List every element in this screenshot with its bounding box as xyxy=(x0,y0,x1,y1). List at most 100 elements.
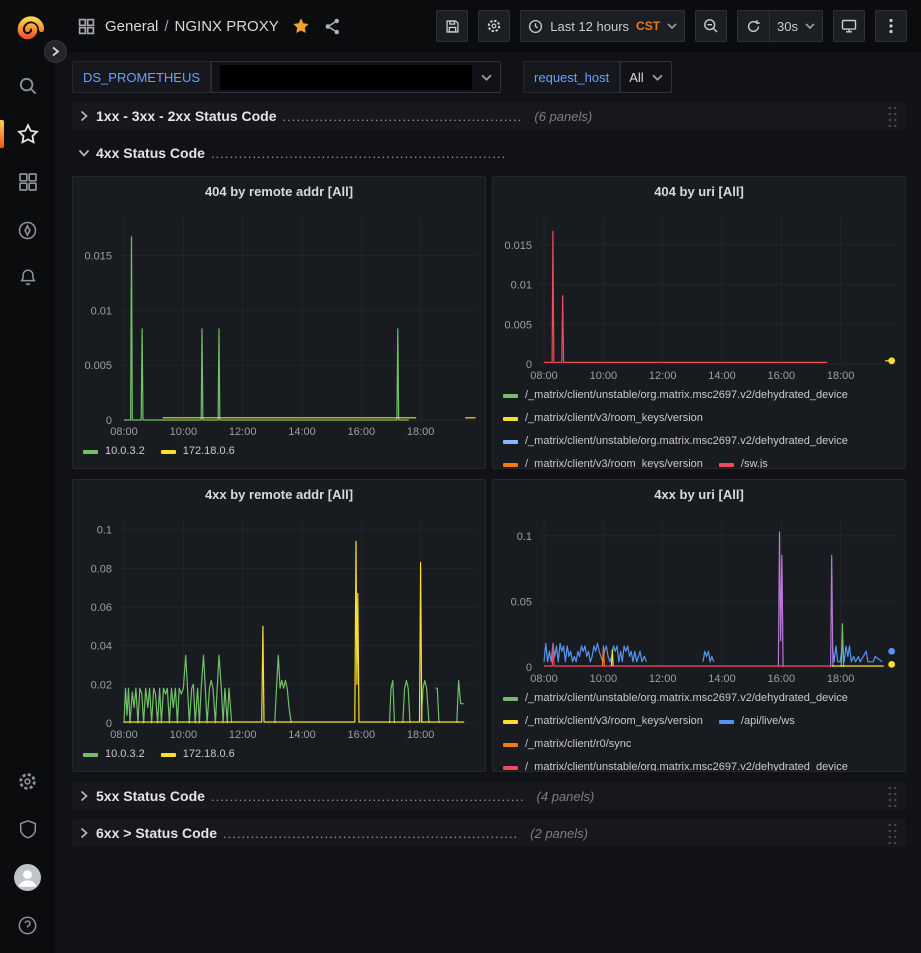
sidebar-item-dashboards[interactable] xyxy=(0,158,55,206)
variable-label-request-host[interactable]: request_host xyxy=(523,61,620,93)
sidebar-item-explore[interactable] xyxy=(0,206,55,254)
refresh-interval-button[interactable]: 30s xyxy=(769,10,823,42)
svg-text:0: 0 xyxy=(526,662,532,674)
legend-swatch xyxy=(83,450,98,454)
sidebar-item-alerting[interactable] xyxy=(0,254,55,302)
help-icon xyxy=(17,915,38,936)
panel-4xx-by-remote-addr: 4xx by remote addr [All] 08:0010:0012:00… xyxy=(72,479,486,772)
breadcrumb[interactable]: General/NGINX PROXY xyxy=(105,18,279,35)
row-title: 1xx - 3xx - 2xx Status Code xyxy=(96,108,277,124)
row-drag-handle[interactable] xyxy=(887,785,898,807)
legend-item[interactable]: 10.0.3.2 xyxy=(83,442,145,461)
sidebar-item-server-admin[interactable] xyxy=(0,805,55,853)
more-options-button[interactable] xyxy=(875,10,907,42)
row-header-6xx[interactable]: 6xx > Status Code ......................… xyxy=(72,819,906,847)
share-icon[interactable] xyxy=(324,18,341,35)
legend-label: /_matrix/client/unstable/org.matrix.msc2… xyxy=(525,758,848,771)
tv-mode-button[interactable] xyxy=(833,10,865,42)
time-range-picker[interactable]: Last 12 hours CST xyxy=(520,10,685,42)
legend-item[interactable]: /_matrix/client/v3/room_keys/version xyxy=(503,712,703,731)
row-drag-handle[interactable] xyxy=(887,822,898,844)
sidebar-item-profile[interactable] xyxy=(0,853,55,901)
legend-item[interactable]: /api/live/ws xyxy=(719,712,795,731)
row-leader-dots: ........................................… xyxy=(283,109,523,124)
time-series-chart[interactable]: 08:0010:0012:0014:0016:0018:0000.0050.01… xyxy=(493,205,905,384)
favorite-star-icon[interactable] xyxy=(292,17,310,35)
legend-swatch xyxy=(503,394,518,398)
sidebar-item-configuration[interactable] xyxy=(0,757,55,805)
panel-title[interactable]: 404 by uri [All] xyxy=(493,177,905,205)
legend-item[interactable]: /_matrix/client/unstable/org.matrix.msc2… xyxy=(503,689,848,708)
sidebar-item-starred[interactable] xyxy=(0,110,55,158)
sidebar-expand-button[interactable] xyxy=(44,40,67,63)
row-header-5xx[interactable]: 5xx Status Code ........................… xyxy=(72,782,906,810)
chart-legend: /_matrix/client/unstable/org.matrix.msc2… xyxy=(493,384,905,468)
legend-item[interactable]: 10.0.3.2 xyxy=(83,745,145,764)
panel-title[interactable]: 404 by remote addr [All] xyxy=(73,177,485,205)
topbar-actions: Last 12 hours CST 30s xyxy=(436,10,907,42)
dashboard-settings-button[interactable] xyxy=(478,10,510,42)
monitor-icon xyxy=(841,18,857,34)
breadcrumb-dashboard-name[interactable]: NGINX PROXY xyxy=(175,18,279,35)
panel-title[interactable]: 4xx by uri [All] xyxy=(493,480,905,508)
svg-text:08:00: 08:00 xyxy=(110,729,138,741)
svg-text:0.005: 0.005 xyxy=(84,360,112,372)
zoom-out-time-button[interactable] xyxy=(695,10,727,42)
legend-item[interactable]: /_matrix/client/unstable/org.matrix.msc2… xyxy=(503,758,848,771)
svg-text:0.015: 0.015 xyxy=(84,250,112,262)
sidebar-item-help[interactable] xyxy=(0,901,55,949)
svg-text:16:00: 16:00 xyxy=(768,370,796,382)
svg-text:10:00: 10:00 xyxy=(590,673,618,685)
panel-title[interactable]: 4xx by remote addr [All] xyxy=(73,480,485,508)
svg-text:10:00: 10:00 xyxy=(590,370,618,382)
legend-swatch xyxy=(83,753,98,757)
sidebar-item-search[interactable] xyxy=(0,62,55,110)
refresh-button[interactable] xyxy=(737,10,769,42)
svg-text:0: 0 xyxy=(106,415,112,427)
time-series-chart[interactable]: 08:0010:0012:0014:0016:0018:0000.020.040… xyxy=(73,508,485,743)
grafana-logo[interactable] xyxy=(11,10,45,46)
time-series-chart[interactable]: 08:0010:0012:0014:0016:0018:0000.0050.01… xyxy=(73,205,485,440)
chevron-down-icon xyxy=(652,74,663,81)
svg-text:10:00: 10:00 xyxy=(170,729,198,741)
sidebar xyxy=(0,0,55,953)
chevron-down-icon xyxy=(667,23,677,29)
legend-item[interactable]: /_matrix/client/unstable/org.matrix.msc2… xyxy=(503,386,848,405)
shield-icon xyxy=(18,819,38,840)
legend-item[interactable]: /_matrix/client/r0/sync xyxy=(503,735,631,754)
breadcrumb-folder[interactable]: General xyxy=(105,18,158,35)
search-icon xyxy=(18,76,38,96)
svg-text:0.005: 0.005 xyxy=(504,319,532,331)
svg-text:14:00: 14:00 xyxy=(288,729,316,741)
legend-item[interactable]: 172.18.0.6 xyxy=(161,745,235,764)
svg-text:0.05: 0.05 xyxy=(511,596,532,608)
time-range-label: Last 12 hours xyxy=(550,19,629,34)
dashboard-content: DS_PROMETHEUS request_host All 1xx - 3xx… xyxy=(55,52,921,953)
legend-item[interactable]: /_matrix/client/unstable/org.matrix.msc2… xyxy=(503,432,848,451)
variable-label-datasource[interactable]: DS_PROMETHEUS xyxy=(72,61,211,93)
save-icon xyxy=(445,19,460,34)
variable-select-request-host[interactable]: All xyxy=(620,61,671,93)
legend-label: /_matrix/client/unstable/org.matrix.msc2… xyxy=(525,432,848,451)
panel-grid: 404 by remote addr [All] 08:00 10:00 12:00… xyxy=(72,176,906,772)
row-header-4xx[interactable]: 4xx Status Code ........................… xyxy=(72,139,906,167)
row-drag-handle[interactable] xyxy=(887,105,898,127)
legend-item[interactable]: /_matrix/client/v3/room_keys/version xyxy=(503,409,703,428)
row-leader-dots: ........................................… xyxy=(223,826,518,841)
time-series-chart[interactable]: 08:0010:0012:0014:0016:0018:0000.050.1 xyxy=(493,508,905,687)
svg-text:12:00: 12:00 xyxy=(649,370,677,382)
variable-select-datasource[interactable] xyxy=(211,61,501,93)
row-leader-dots: ........................................… xyxy=(211,146,506,161)
chevron-right-icon xyxy=(80,827,88,839)
legend-item[interactable]: /sw.js xyxy=(719,455,768,468)
save-dashboard-button[interactable] xyxy=(436,10,468,42)
legend-item[interactable]: 172.18.0.6 xyxy=(161,442,235,461)
row-panel-count: (2 panels) xyxy=(530,826,588,841)
chart-legend: 10.0.3.2 172.18.0.6 xyxy=(73,440,485,468)
legend-item[interactable]: /_matrix/client/v3/room_keys/version xyxy=(503,455,703,468)
refresh-icon xyxy=(746,19,761,34)
svg-text:12:00: 12:00 xyxy=(229,426,257,438)
chart-legend: /_matrix/client/unstable/org.matrix.msc2… xyxy=(493,687,905,771)
legend-label: 10.0.3.2 xyxy=(105,442,145,461)
row-header-1xx-3xx-2xx[interactable]: 1xx - 3xx - 2xx Status Code ............… xyxy=(72,102,906,130)
